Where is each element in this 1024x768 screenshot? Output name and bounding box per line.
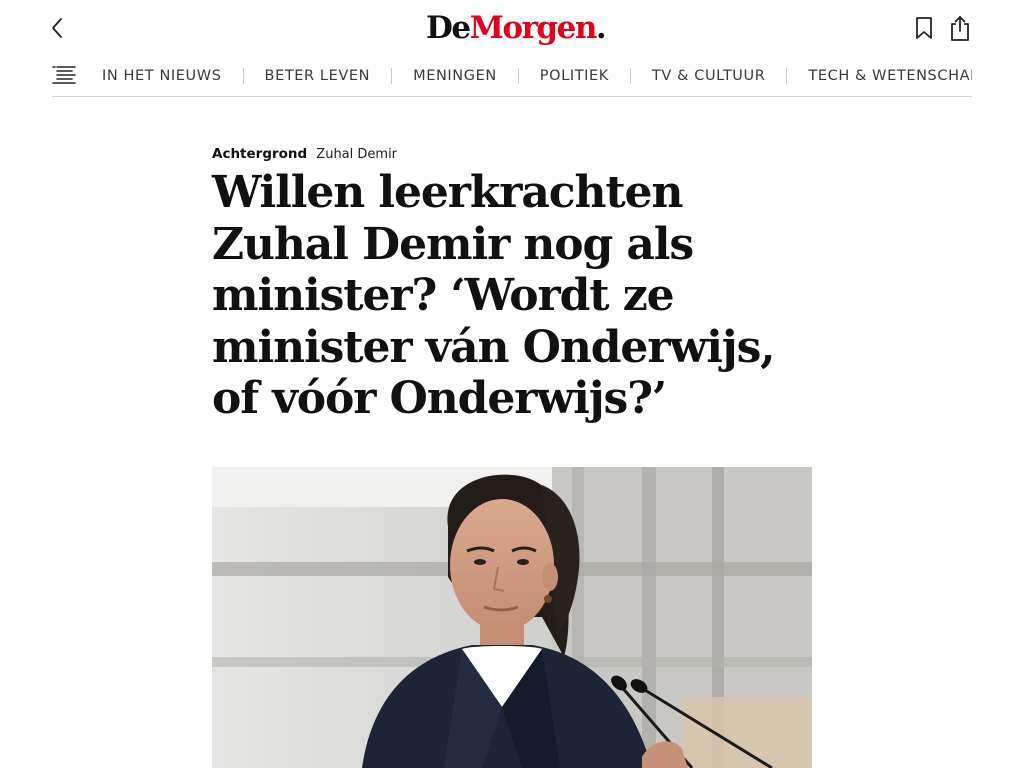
nav-divider bbox=[629, 68, 631, 84]
hero-photo bbox=[212, 467, 812, 768]
nav-divider bbox=[517, 68, 519, 84]
logo-dot: . bbox=[595, 10, 607, 46]
back-button[interactable] bbox=[44, 14, 72, 42]
article-category: Achtergrond bbox=[212, 146, 308, 162]
nav-item-politiek[interactable]: POLITIEK bbox=[540, 68, 609, 84]
article-headline: Willen leerkrachten Zuhal Demir nog als … bbox=[212, 167, 776, 424]
nav-divider bbox=[786, 68, 788, 84]
share-button[interactable] bbox=[948, 14, 972, 42]
menu-button[interactable] bbox=[52, 65, 76, 85]
article-tag[interactable]: Zuhal Demir bbox=[316, 147, 397, 162]
nav-item-meningen[interactable]: MENINGEN bbox=[413, 68, 497, 84]
chevron-left-icon bbox=[52, 18, 62, 38]
nav-divider bbox=[391, 68, 393, 84]
nav-divider bbox=[242, 68, 244, 84]
bookmark-button[interactable] bbox=[913, 16, 935, 40]
article-hero-image bbox=[212, 467, 812, 768]
logo-morgen: Morgen bbox=[469, 10, 598, 46]
nav-item-tv-cultuur[interactable]: TV & CULTUUR bbox=[652, 68, 765, 84]
nav-item-tech-wetenschap[interactable]: TECH & WETENSCHAP bbox=[808, 68, 972, 84]
top-bar: DeMorgen. bbox=[0, 0, 1024, 56]
nav-item-in-het-nieuws[interactable]: IN HET NIEUWS bbox=[102, 68, 222, 84]
nav-list: IN HET NIEUWS BETER LEVEN MENINGEN POLIT… bbox=[102, 56, 972, 96]
section-nav: IN HET NIEUWS BETER LEVEN MENINGEN POLIT… bbox=[52, 56, 972, 97]
nav-item-beter-leven[interactable]: BETER LEVEN bbox=[265, 68, 371, 84]
logo-de: De bbox=[426, 10, 471, 46]
bookmark-icon bbox=[916, 17, 932, 39]
menu-list-icon bbox=[52, 66, 76, 84]
site-logo[interactable]: DeMorgen. bbox=[426, 6, 607, 50]
article-meta: Achtergrond Zuhal Demir bbox=[212, 143, 397, 162]
share-icon bbox=[951, 16, 969, 41]
